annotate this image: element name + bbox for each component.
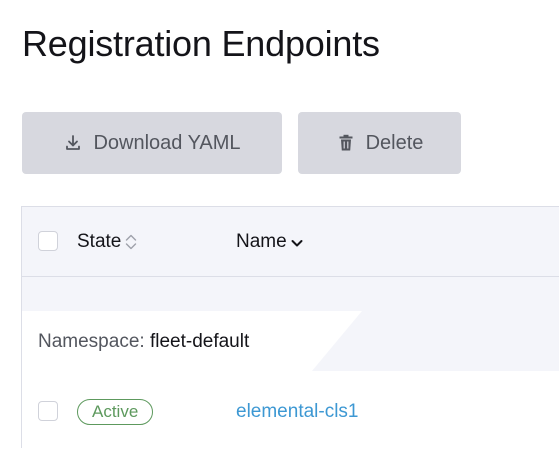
column-header-name-label: Name: [236, 231, 287, 252]
download-yaml-button[interactable]: Download YAML: [22, 112, 282, 174]
trash-icon: [336, 133, 356, 153]
page-title: Registration Endpoints: [22, 23, 380, 64]
table-row: Active elemental-cls1: [22, 371, 559, 449]
delete-label: Delete: [365, 131, 424, 154]
namespace-value: fleet-default: [149, 331, 250, 352]
column-header-name[interactable]: Name: [236, 231, 304, 253]
status-badge: Active: [77, 399, 154, 425]
namespace-group-label: Namespace: fleet-default: [38, 331, 249, 353]
table-header: State Name: [22, 207, 559, 277]
download-yaml-label: Download YAML: [93, 131, 241, 154]
select-all-checkbox[interactable]: [38, 231, 58, 251]
row-checkbox[interactable]: [38, 401, 58, 421]
group-band: [22, 277, 559, 371]
group-tab-edge: [312, 311, 362, 371]
download-icon: [63, 133, 83, 153]
sort-both-icon: [124, 233, 138, 251]
registration-endpoints-table: State Name Namespace: fleet-default Acti…: [21, 206, 559, 449]
delete-button[interactable]: Delete: [298, 112, 461, 174]
endpoint-name-link[interactable]: elemental-cls1: [236, 401, 359, 423]
column-header-state-label: State: [77, 231, 122, 252]
column-header-state[interactable]: State: [77, 231, 138, 253]
namespace-key: Namespace:: [38, 331, 145, 352]
sort-down-icon: [290, 233, 304, 251]
